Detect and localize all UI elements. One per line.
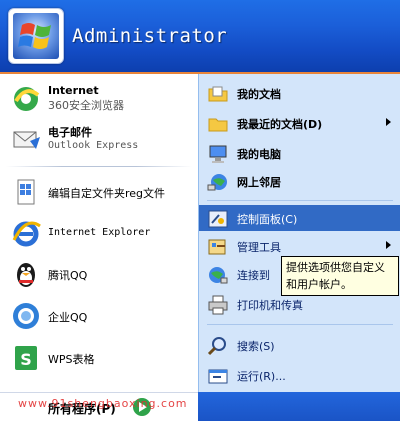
right-separator (207, 200, 393, 201)
right-panel: 我的文档 我最近的文档(D) 我的电脑 网上邻居 控制面板(C) 管理工具 连接… (198, 74, 400, 392)
tooltip-line: 提供选项供您自定义 (286, 261, 385, 274)
browser-360-icon (10, 83, 42, 115)
registry-file-icon (10, 176, 42, 208)
enterprise-qq-icon (10, 300, 42, 332)
recent-item-label: 编辑自定文件夹reg文件 (48, 187, 166, 200)
right-item-label: 搜索(S) (237, 340, 275, 353)
left-separator (6, 166, 192, 167)
left-panel: Internet 360安全浏览器 电子邮件 Outlook Express 编… (0, 74, 198, 392)
recent-item-label: WPS表格 (48, 353, 95, 366)
right-item-control-panel[interactable]: 控制面板(C) (199, 205, 400, 231)
documents-folder-icon (207, 83, 229, 105)
right-item-label: 连接到 (237, 269, 270, 282)
start-menu: Administrator Internet 360安全浏览器 电子邮件 Out… (0, 0, 400, 421)
right-item-search[interactable]: 搜索(S) (199, 332, 400, 358)
right-item-label: 我最近的文档(D) (237, 118, 323, 131)
recent-item-enterprise-qq[interactable]: 企业QQ (0, 298, 198, 334)
folder-icon (207, 113, 229, 135)
avatar[interactable] (8, 8, 64, 64)
recent-item-label: Internet Explorer (48, 227, 151, 238)
right-item-label: 管理工具 (237, 241, 281, 254)
right-item-label: 我的电脑 (237, 148, 281, 161)
recent-item-reg-file[interactable]: 编辑自定文件夹reg文件 (0, 174, 198, 210)
recent-item-wps[interactable]: S WPS表格 (0, 340, 198, 376)
internet-explorer-icon (10, 218, 42, 250)
right-item-label: 运行(R)... (237, 370, 286, 383)
qq-penguin-icon (10, 258, 42, 290)
user-name: Administrator (72, 25, 228, 47)
printer-icon (207, 294, 229, 316)
pinned-item-title: Internet (48, 84, 99, 97)
recent-item-qq[interactable]: 腾讯QQ (0, 256, 198, 292)
watermark-text: www.91shengbaoxing.com (18, 397, 188, 410)
control-panel-tooltip: 提供选项供您自定义 和用户帐户。 (281, 256, 399, 296)
recent-item-ie[interactable]: Internet Explorer (0, 216, 198, 252)
right-item-label: 我的文档 (237, 88, 281, 101)
right-item-run[interactable]: 运行(R)... (199, 362, 400, 388)
right-item-my-computer[interactable]: 我的电脑 (199, 140, 400, 166)
start-menu-header: Administrator (0, 0, 400, 74)
windows-logo-icon (13, 13, 59, 59)
right-item-label: 控制面板(C) (237, 213, 298, 226)
right-item-recent-documents[interactable]: 我最近的文档(D) (199, 110, 400, 136)
right-item-label: 网上邻居 (237, 176, 281, 189)
right-item-my-documents[interactable]: 我的文档 (199, 80, 400, 106)
pinned-item-internet[interactable]: Internet 360安全浏览器 (0, 80, 198, 118)
pinned-item-title: 电子邮件 (48, 126, 92, 139)
wps-spreadsheet-icon: S (10, 342, 42, 374)
right-item-label: 打印机和传真 (237, 299, 303, 312)
mail-icon (10, 123, 42, 155)
computer-icon (207, 143, 229, 165)
right-separator (207, 324, 393, 325)
connect-globe-icon (207, 264, 229, 286)
recent-item-label: 腾讯QQ (48, 269, 88, 282)
network-globe-icon (207, 171, 229, 193)
admin-tools-icon (207, 236, 229, 258)
run-icon (207, 365, 229, 387)
tooltip-line: 和用户帐户。 (286, 278, 352, 291)
pinned-item-subtitle: Outlook Express (48, 140, 139, 151)
control-panel-icon (207, 208, 229, 230)
recent-item-label: 企业QQ (48, 311, 88, 324)
search-icon (207, 335, 229, 357)
pinned-item-email[interactable]: 电子邮件 Outlook Express (0, 120, 198, 158)
right-item-network-places[interactable]: 网上邻居 (199, 168, 400, 194)
pinned-item-subtitle: 360安全浏览器 (48, 99, 124, 112)
submenu-arrow-icon (386, 241, 391, 249)
svg-text:S: S (20, 350, 32, 369)
submenu-arrow-icon (386, 118, 391, 126)
